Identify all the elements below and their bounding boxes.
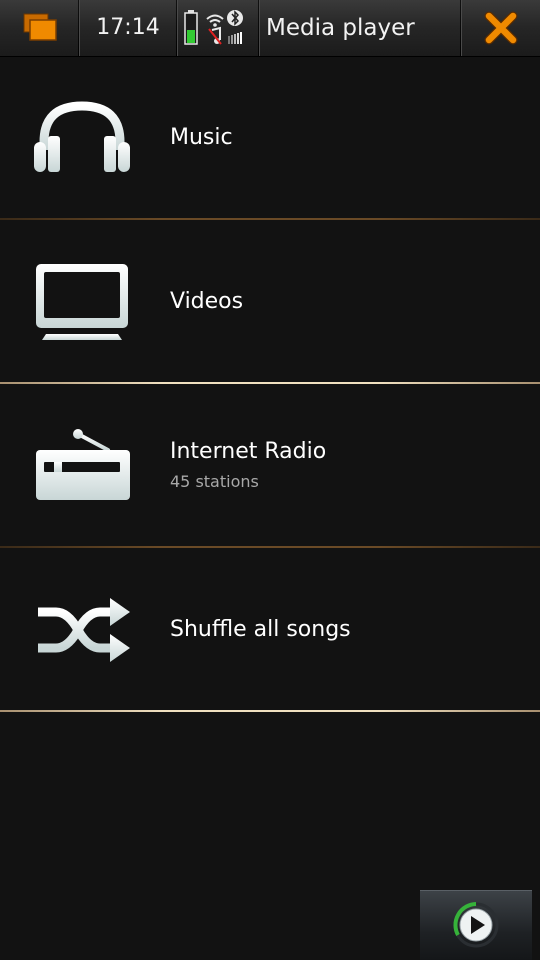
list-item-title: Music (170, 124, 233, 150)
list-item-title: Internet Radio (170, 439, 327, 464)
list-item-label: Internet Radio 45 stations (170, 384, 326, 546)
play-icon (453, 902, 499, 948)
list-item-label: Videos (170, 220, 243, 382)
battery-icon (184, 10, 198, 45)
status-bar: 17:14 Media player (0, 0, 540, 57)
signal-icon (228, 32, 242, 44)
bluetooth-icon (227, 10, 243, 26)
status-indicators[interactable] (176, 0, 258, 56)
list-item-videos[interactable]: Videos (0, 220, 540, 382)
close-icon (484, 11, 518, 45)
shuffle-icon (38, 598, 130, 662)
list-item-subtitle: 45 stations (170, 472, 259, 491)
radio-icon (36, 429, 130, 500)
media-player-screen: 17:14 Media player Music Videos Internet… (0, 0, 540, 960)
list-item-title: Shuffle all songs (170, 616, 351, 642)
task-switcher-button[interactable] (0, 0, 78, 56)
close-button[interactable] (462, 0, 540, 56)
tv-icon (36, 264, 128, 340)
list-item-title: Videos (170, 288, 244, 314)
now-playing-button[interactable] (420, 890, 532, 960)
list-item-internet-radio[interactable]: Internet Radio 45 stations (0, 384, 540, 546)
list-item-music[interactable]: Music (0, 56, 540, 218)
list-item-shuffle-all[interactable]: Shuffle all songs (0, 548, 540, 710)
media-categories-list: Music Videos Internet Radio 45 stations … (0, 56, 540, 712)
page-title: Media player (266, 15, 415, 41)
list-divider (0, 710, 540, 712)
indicator-icons (184, 10, 243, 45)
wifi-icon (206, 14, 224, 27)
list-item-label: Shuffle all songs (170, 548, 351, 710)
task-switcher-icon (23, 13, 57, 41)
music-note-icon (208, 26, 222, 45)
list-item-label: Music (170, 56, 233, 218)
clock: 17:14 (96, 15, 160, 40)
headphones-icon (34, 101, 130, 172)
